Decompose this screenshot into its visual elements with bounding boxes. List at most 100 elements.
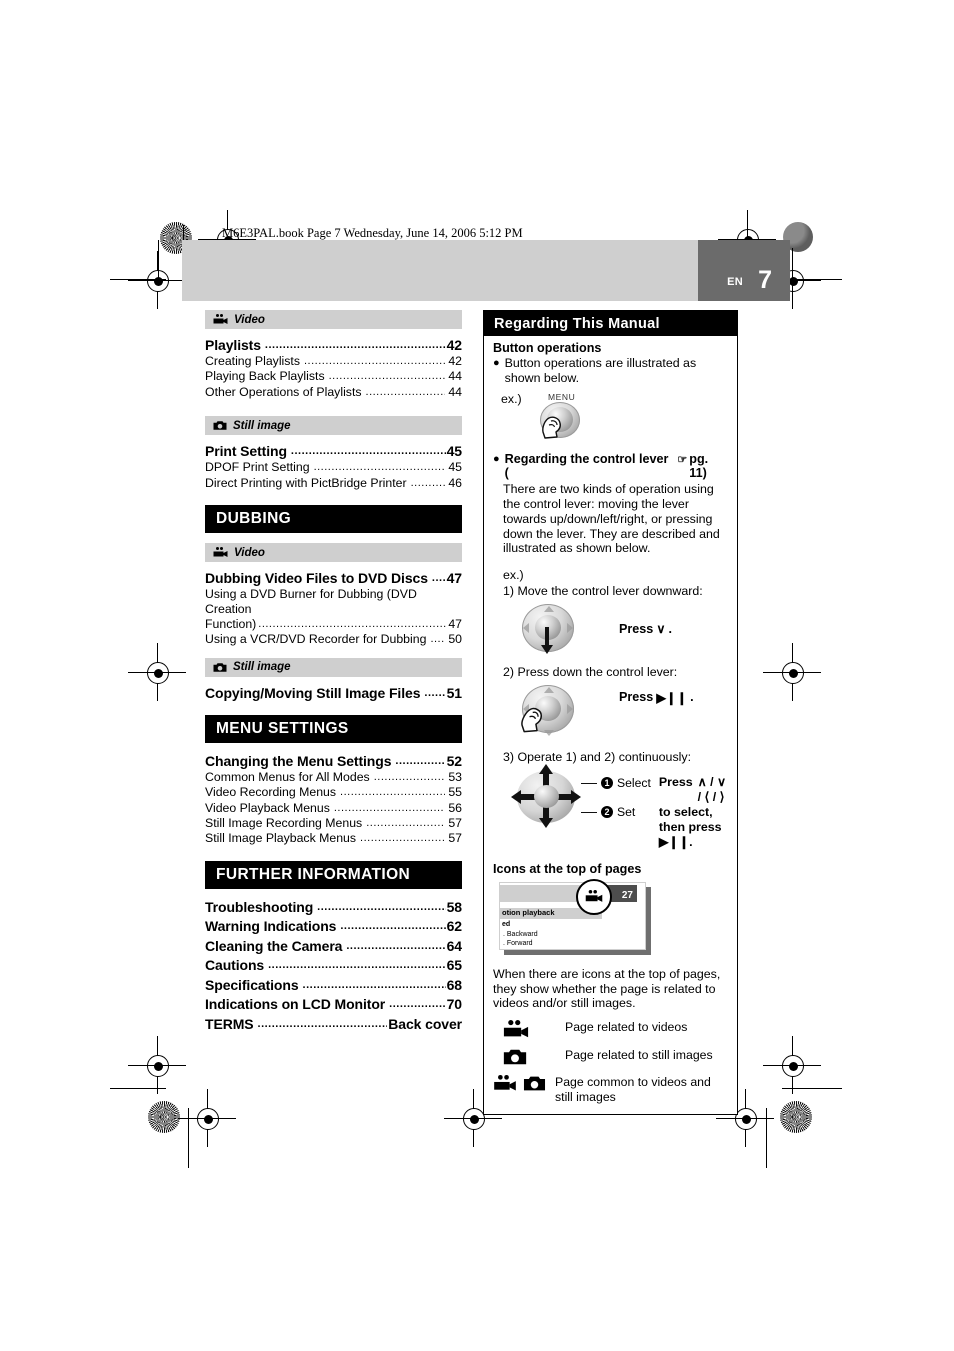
toc-entry-main[interactable]: Cautions ...............................… bbox=[205, 957, 462, 973]
media-strip-label: Still image bbox=[233, 419, 291, 432]
toc-entry-main[interactable]: Copying/Moving Still Image Files .......… bbox=[205, 685, 462, 701]
thumbnail-page: EN 27 otion playback ed . Backward . For… bbox=[499, 881, 646, 950]
lever-left-triangle-icon bbox=[523, 622, 529, 633]
toc-entry-page: 55 bbox=[448, 785, 462, 800]
media-strip-still-image-1: Still image bbox=[205, 416, 462, 436]
thumbnail-text-line-1: otion playback bbox=[502, 907, 555, 917]
control-lever-bullet-text: Regarding the control lever ( bbox=[504, 451, 669, 481]
toc-entry-main[interactable]: TERMS ..................................… bbox=[205, 1016, 462, 1032]
section-bar-label: DUBBING bbox=[216, 510, 292, 528]
toc-entry-title: Cleaning the Camera bbox=[205, 937, 343, 954]
toc-leader-dots: ........................................… bbox=[268, 959, 446, 972]
toc-leader-dots: ........................................… bbox=[313, 461, 446, 474]
toc-entry-sub[interactable]: Playing Back Playlists .................… bbox=[205, 369, 462, 384]
toc-leader-dots: ........................................… bbox=[264, 339, 446, 351]
toc-entry-title-line2: Function) bbox=[205, 617, 257, 632]
regarding-this-manual-panel: Regarding This Manual Button operations … bbox=[483, 310, 738, 1116]
toc-entry-page: 57 bbox=[448, 831, 462, 846]
toc-entry-sub[interactable]: Using a VCR/DVD Recorder for Dubbing ...… bbox=[205, 632, 462, 647]
step-3-illustration-row: 1 Select 2 Set Press ∧ / ∨ / ⟨ / ⟩ to se… bbox=[493, 764, 729, 849]
toc-entry-sub-wrapped[interactable]: Using a DVD Burner for Dubbing (DVD Crea… bbox=[205, 587, 462, 632]
toc-entry-title: Changing the Menu Settings bbox=[205, 752, 392, 769]
toc-entry-page: 44 bbox=[448, 369, 462, 384]
control-lever-bullet-tail: pg. 11) bbox=[689, 451, 709, 481]
step-3-press-instruction: Press ∧ / ∨ / ⟨ / ⟩ to select, then pres… bbox=[659, 768, 729, 849]
callout-set: 2 Set bbox=[581, 805, 651, 819]
toc-leader-dots: ........................................… bbox=[366, 817, 445, 830]
legend-item-video: Page related to videos bbox=[493, 1020, 729, 1039]
toc-entry-main[interactable]: Indications on LCD Monitor .............… bbox=[205, 996, 462, 1012]
callout-number-badge: 2 bbox=[601, 806, 613, 819]
trim-line-bottom-right bbox=[782, 1088, 842, 1089]
toc-entry-main[interactable]: Specifications .........................… bbox=[205, 977, 462, 993]
legend-item-common: Page common to videos and still images bbox=[493, 1075, 729, 1104]
toc-entry-main[interactable]: Playlists ..............................… bbox=[205, 337, 462, 353]
callout-label: Select bbox=[617, 776, 651, 791]
toc-entry-title: Other Operations of Playlists bbox=[205, 384, 362, 399]
step-1-press-label: Press ∨ . bbox=[619, 621, 673, 637]
thumbnail-text-line-3: . Backward bbox=[503, 930, 538, 938]
toc-entry-sub[interactable]: Still Image Recording Menus ............… bbox=[205, 816, 462, 831]
further-information-list: Troubleshooting ........................… bbox=[205, 899, 462, 1032]
toc-entry-title: Print Setting bbox=[205, 443, 287, 460]
toc-leader-dots: ........................................… bbox=[317, 900, 446, 913]
toc-entry-sub[interactable]: Creating Playlists .....................… bbox=[205, 354, 462, 369]
button-operations-bullet-text: Button operations are illustrated as sho… bbox=[504, 356, 697, 385]
video-camera-icon bbox=[585, 890, 603, 903]
icons-explanation-text: When there are icons at the top of pages… bbox=[493, 966, 721, 1011]
toc-entry-main[interactable]: Dubbing Video Files to DVD Discs .......… bbox=[205, 570, 462, 586]
toc-entry-title: TERMS bbox=[205, 1015, 254, 1032]
press-suffix: . bbox=[668, 621, 673, 636]
toc-entry-main[interactable]: Changing the Menu Settings .............… bbox=[205, 753, 462, 769]
thumbnail-text-line-4: . Forward bbox=[503, 939, 533, 947]
toc-entry-page: Back cover bbox=[388, 1015, 462, 1032]
toc-entry-title: Playlists bbox=[205, 337, 261, 353]
toc-leader-dots: ........................................… bbox=[424, 686, 446, 699]
media-strip-still-image-2: Still image bbox=[205, 657, 462, 677]
toc-leader-dots: ........................................… bbox=[395, 754, 446, 767]
toc-leader-dots: ........................................… bbox=[257, 1017, 388, 1030]
press-prefix: Press bbox=[658, 775, 693, 790]
toc-entry-sub[interactable]: Direct Printing with PictBridge Printer … bbox=[205, 476, 462, 491]
page-number-prefix: EN bbox=[727, 276, 743, 288]
toc-entry-sub[interactable]: Video Recording Menus ..................… bbox=[205, 785, 462, 800]
registration-cross-bottom-left-lower bbox=[178, 1089, 236, 1147]
toc-entry-page: 64 bbox=[446, 937, 462, 954]
toc-entry-title: Common Menus for All Modes bbox=[205, 769, 370, 784]
toc-entry-page: 44 bbox=[448, 384, 462, 399]
direction-glyphs-icon: ∧ / ∨ / ⟨ / ⟩ bbox=[697, 775, 727, 805]
play-pause-icon: ▶❙❙. bbox=[658, 834, 693, 849]
step-1-illustration-row: Press ∨ . bbox=[493, 603, 729, 655]
toc-entry-title: Still Image Playback Menus bbox=[205, 831, 357, 846]
toc-entry-main[interactable]: Print Setting ..........................… bbox=[205, 443, 462, 459]
toc-entry-main[interactable]: Warning Indications ....................… bbox=[205, 918, 462, 934]
trim-line-bottom-right-v bbox=[766, 1108, 767, 1168]
toc-entry-sub[interactable]: DPOF Print Setting .....................… bbox=[205, 460, 462, 475]
toc-leader-dots: ............................. bbox=[430, 633, 445, 646]
toc-entry-title: Troubleshooting bbox=[205, 898, 314, 915]
callout-select: 1 Select bbox=[581, 776, 651, 790]
toc-leader-dots: ........................................… bbox=[389, 998, 445, 1011]
panel-title: Regarding This Manual bbox=[494, 315, 660, 332]
section-bar-menu-settings: MENU SETTINGS bbox=[205, 714, 462, 743]
toc-entry-page: 65 bbox=[446, 957, 462, 974]
control-lever-body-text: There are two kinds of operation using t… bbox=[503, 482, 720, 556]
toc-entry-page: 62 bbox=[446, 918, 462, 935]
toc-entry-sub[interactable]: Other Operations of Playlists ..........… bbox=[205, 385, 462, 400]
toc-entry-title: Still Image Recording Menus bbox=[205, 816, 363, 831]
bullet-dot-icon: ● bbox=[493, 357, 500, 369]
toc-entry-sub[interactable]: Common Menus for All Modes .............… bbox=[205, 770, 462, 785]
toc-entry-title: Video Playback Menus bbox=[205, 800, 330, 815]
toc-entry-main[interactable]: Cleaning the Camera ....................… bbox=[205, 938, 462, 954]
toc-entry-sub[interactable]: Video Playback Menus ...................… bbox=[205, 801, 462, 816]
section-bar-dubbing: DUBBING bbox=[205, 505, 462, 534]
toc-entry-main[interactable]: Troubleshooting ........................… bbox=[205, 899, 462, 915]
registration-cross-mid-right bbox=[763, 643, 821, 701]
legend-icon-group bbox=[493, 1020, 565, 1039]
trim-line-right-edge bbox=[792, 248, 793, 308]
toc-entry-sub[interactable]: Still Image Playback Menus .............… bbox=[205, 831, 462, 846]
registration-cross-bottom-left-upper bbox=[128, 1036, 186, 1094]
section-bar-further-information: FURTHER INFORMATION bbox=[205, 860, 462, 889]
menu-button-caption: MENU bbox=[547, 391, 576, 402]
